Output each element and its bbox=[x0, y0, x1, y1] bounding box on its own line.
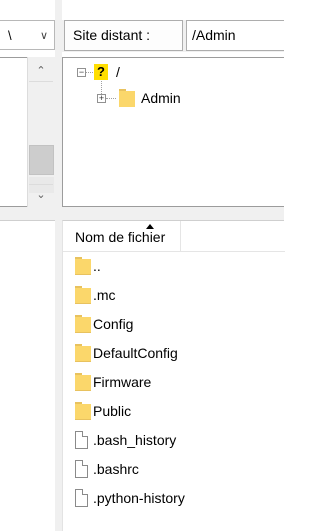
pane-splitter[interactable] bbox=[55, 0, 62, 531]
chevron-down-icon[interactable]: ∨ bbox=[40, 29, 48, 42]
column-divider[interactable] bbox=[180, 221, 181, 251]
file-row[interactable]: .mc bbox=[63, 281, 285, 310]
folder-icon bbox=[75, 344, 91, 362]
file-name: .. bbox=[93, 258, 101, 274]
local-file-list[interactable] bbox=[0, 220, 55, 531]
local-tree-scrollbar[interactable]: ⌃ ⌄ bbox=[27, 57, 55, 207]
file-name: Config bbox=[93, 316, 134, 332]
scroll-thumb[interactable] bbox=[29, 145, 54, 175]
folder-icon bbox=[75, 257, 91, 275]
file-name: .mc bbox=[93, 287, 116, 303]
scroll-down-icon[interactable]: ⌄ bbox=[29, 184, 53, 205]
folder-icon bbox=[75, 286, 91, 304]
scroll-up-icon[interactable]: ⌃ bbox=[29, 61, 53, 82]
file-name: .bash_history bbox=[93, 432, 177, 448]
file-row[interactable]: .. bbox=[63, 252, 285, 281]
file-row[interactable]: Config bbox=[63, 310, 285, 339]
column-header-label: Nom de fichier bbox=[75, 229, 166, 245]
file-name: DefaultConfig bbox=[93, 345, 178, 361]
folder-icon bbox=[119, 89, 135, 107]
file-icon bbox=[75, 431, 88, 449]
file-row[interactable]: .bash_history bbox=[63, 426, 285, 455]
column-header-name[interactable]: Nom de fichier bbox=[63, 221, 285, 252]
file-row[interactable]: .python-history bbox=[63, 484, 285, 513]
file-row[interactable]: .bashrc bbox=[63, 455, 285, 484]
remote-horizontal-splitter[interactable] bbox=[62, 207, 284, 220]
file-name: Firmware bbox=[93, 374, 152, 390]
local-horizontal-splitter[interactable] bbox=[0, 207, 55, 220]
file-icon bbox=[75, 460, 88, 478]
remote-tree-panel[interactable]: − ? / + Admin bbox=[62, 57, 284, 207]
remote-file-list[interactable]: Nom de fichier .. .mc Config DefaultConfig F… bbox=[62, 220, 285, 531]
remote-site-bar: Site distant : /Admin bbox=[62, 20, 284, 52]
folder-icon bbox=[75, 402, 91, 420]
file-row[interactable]: Public bbox=[63, 397, 285, 426]
folder-icon bbox=[75, 315, 91, 333]
tree-root-label[interactable]: / bbox=[116, 64, 120, 80]
sort-ascending-icon bbox=[146, 224, 154, 229]
folder-icon bbox=[75, 373, 91, 391]
file-row[interactable]: Firmware bbox=[63, 368, 285, 397]
file-name: .python-history bbox=[93, 490, 185, 506]
tree-item-admin[interactable]: Admin bbox=[141, 90, 181, 106]
tree-connector bbox=[106, 98, 116, 99]
local-path-text: \ bbox=[8, 28, 12, 43]
file-row[interactable]: DefaultConfig bbox=[63, 339, 285, 368]
expand-icon[interactable]: + bbox=[97, 94, 106, 103]
tree-connector bbox=[86, 72, 93, 73]
unknown-folder-icon: ? bbox=[94, 64, 108, 80]
local-path-combo[interactable]: \ ∨ bbox=[0, 20, 55, 50]
remote-path-field[interactable]: /Admin bbox=[186, 20, 284, 51]
file-icon bbox=[75, 489, 88, 507]
collapse-icon[interactable]: − bbox=[77, 68, 86, 77]
file-name: Public bbox=[93, 403, 132, 419]
file-name: .bashrc bbox=[93, 461, 139, 477]
remote-site-label: Site distant : bbox=[64, 20, 183, 51]
